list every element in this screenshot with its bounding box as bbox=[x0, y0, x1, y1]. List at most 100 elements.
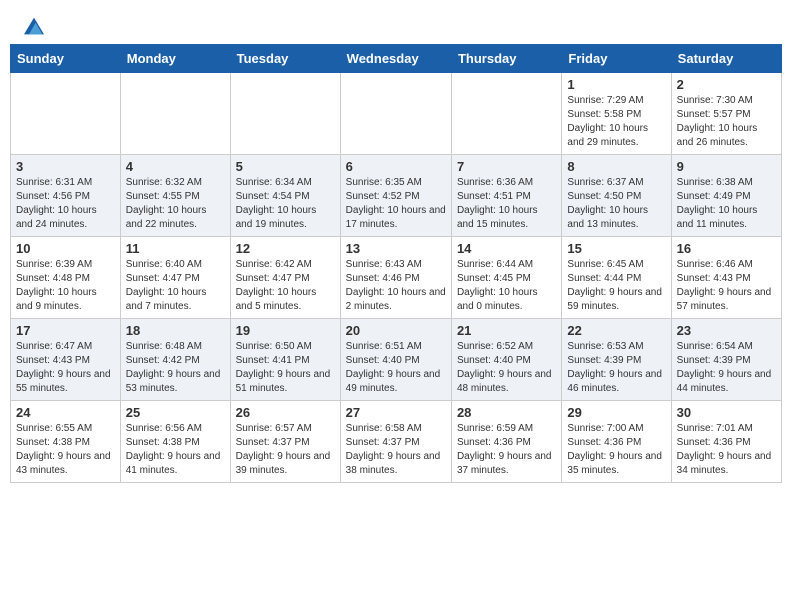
day-number: 29 bbox=[567, 405, 665, 420]
page-header bbox=[0, 0, 792, 44]
calendar-day-cell bbox=[340, 73, 451, 155]
weekday-wednesday: Wednesday bbox=[340, 45, 451, 73]
day-info: Sunrise: 6:40 AM Sunset: 4:47 PM Dayligh… bbox=[126, 258, 225, 314]
calendar-wrapper: SundayMondayTuesdayWednesdayThursdayFrid… bbox=[0, 44, 792, 493]
calendar-week-row: 1 Sunrise: 7:29 AM Sunset: 5:58 PM Daylig… bbox=[11, 73, 782, 155]
day-number: 20 bbox=[346, 323, 446, 338]
calendar-day-cell: 22 Sunrise: 6:53 AM Sunset: 4:39 PM Dayli… bbox=[562, 319, 671, 401]
day-number: 25 bbox=[126, 405, 225, 420]
day-info: Sunrise: 6:51 AM Sunset: 4:40 PM Dayligh… bbox=[346, 340, 446, 396]
day-number: 21 bbox=[457, 323, 556, 338]
day-info: Sunrise: 7:00 AM Sunset: 4:36 PM Dayligh… bbox=[567, 422, 665, 478]
day-number: 22 bbox=[567, 323, 665, 338]
day-info: Sunrise: 6:50 AM Sunset: 4:41 PM Dayligh… bbox=[236, 340, 335, 396]
day-number: 15 bbox=[567, 241, 665, 256]
weekday-sunday: Sunday bbox=[11, 45, 121, 73]
weekday-friday: Friday bbox=[562, 45, 671, 73]
day-number: 14 bbox=[457, 241, 556, 256]
weekday-monday: Monday bbox=[120, 45, 230, 73]
day-number: 4 bbox=[126, 159, 225, 174]
calendar-day-cell: 27 Sunrise: 6:58 AM Sunset: 4:37 PM Dayli… bbox=[340, 401, 451, 483]
calendar-day-cell: 3Sunrise: 6:31 AM Sunset: 4:56 PM Daylig… bbox=[11, 155, 121, 237]
calendar-day-cell: 11 Sunrise: 6:40 AM Sunset: 4:47 PM Dayli… bbox=[120, 237, 230, 319]
day-info: Sunrise: 6:57 AM Sunset: 4:37 PM Dayligh… bbox=[236, 422, 335, 478]
calendar-day-cell: 24Sunrise: 6:55 AM Sunset: 4:38 PM Dayli… bbox=[11, 401, 121, 483]
day-number: 23 bbox=[677, 323, 776, 338]
calendar-day-cell: 28Sunrise: 6:59 AM Sunset: 4:36 PM Dayli… bbox=[451, 401, 561, 483]
day-number: 18 bbox=[126, 323, 225, 338]
weekday-saturday: Saturday bbox=[671, 45, 781, 73]
day-info: Sunrise: 6:54 AM Sunset: 4:39 PM Dayligh… bbox=[677, 340, 776, 396]
day-info: Sunrise: 6:52 AM Sunset: 4:40 PM Dayligh… bbox=[457, 340, 556, 396]
calendar-day-cell: 15 Sunrise: 6:45 AM Sunset: 4:44 PM Dayli… bbox=[562, 237, 671, 319]
day-number: 9 bbox=[677, 159, 776, 174]
calendar-day-cell: 13 Sunrise: 6:43 AM Sunset: 4:46 PM Dayli… bbox=[340, 237, 451, 319]
calendar-body: 1 Sunrise: 7:29 AM Sunset: 5:58 PM Daylig… bbox=[11, 73, 782, 483]
calendar-header: SundayMondayTuesdayWednesdayThursdayFrid… bbox=[11, 45, 782, 73]
calendar-day-cell: 1 Sunrise: 7:29 AM Sunset: 5:58 PM Daylig… bbox=[562, 73, 671, 155]
day-number: 7 bbox=[457, 159, 556, 174]
logo-icon bbox=[24, 16, 44, 36]
day-info: Sunrise: 6:53 AM Sunset: 4:39 PM Dayligh… bbox=[567, 340, 665, 396]
calendar-day-cell: 5 Sunrise: 6:34 AM Sunset: 4:54 PM Daylig… bbox=[230, 155, 340, 237]
day-number: 8 bbox=[567, 159, 665, 174]
day-number: 12 bbox=[236, 241, 335, 256]
calendar-day-cell: 2Sunrise: 7:30 AM Sunset: 5:57 PM Daylig… bbox=[671, 73, 781, 155]
day-info: Sunrise: 6:58 AM Sunset: 4:37 PM Dayligh… bbox=[346, 422, 446, 478]
calendar-day-cell bbox=[451, 73, 561, 155]
day-info: Sunrise: 7:29 AM Sunset: 5:58 PM Dayligh… bbox=[567, 94, 665, 150]
calendar-day-cell: 26 Sunrise: 6:57 AM Sunset: 4:37 PM Dayli… bbox=[230, 401, 340, 483]
calendar-day-cell: 23 Sunrise: 6:54 AM Sunset: 4:39 PM Dayli… bbox=[671, 319, 781, 401]
calendar-day-cell: 7 Sunrise: 6:36 AM Sunset: 4:51 PM Daylig… bbox=[451, 155, 561, 237]
calendar-day-cell: 16 Sunrise: 6:46 AM Sunset: 4:43 PM Dayli… bbox=[671, 237, 781, 319]
day-number: 5 bbox=[236, 159, 335, 174]
calendar-day-cell: 14Sunrise: 6:44 AM Sunset: 4:45 PM Dayli… bbox=[451, 237, 561, 319]
weekday-thursday: Thursday bbox=[451, 45, 561, 73]
calendar-week-row: 17 Sunrise: 6:47 AM Sunset: 4:43 PM Dayli… bbox=[11, 319, 782, 401]
day-number: 10 bbox=[16, 241, 115, 256]
day-number: 1 bbox=[567, 77, 665, 92]
weekday-tuesday: Tuesday bbox=[230, 45, 340, 73]
weekday-header-row: SundayMondayTuesdayWednesdayThursdayFrid… bbox=[11, 45, 782, 73]
day-info: Sunrise: 7:30 AM Sunset: 5:57 PM Dayligh… bbox=[677, 94, 776, 150]
day-number: 13 bbox=[346, 241, 446, 256]
day-number: 16 bbox=[677, 241, 776, 256]
calendar-day-cell: 21 Sunrise: 6:52 AM Sunset: 4:40 PM Dayli… bbox=[451, 319, 561, 401]
calendar-day-cell: 20 Sunrise: 6:51 AM Sunset: 4:40 PM Dayli… bbox=[340, 319, 451, 401]
day-number: 30 bbox=[677, 405, 776, 420]
day-info: Sunrise: 6:34 AM Sunset: 4:54 PM Dayligh… bbox=[236, 176, 335, 232]
day-info: Sunrise: 6:37 AM Sunset: 4:50 PM Dayligh… bbox=[567, 176, 665, 232]
day-info: Sunrise: 6:42 AM Sunset: 4:47 PM Dayligh… bbox=[236, 258, 335, 314]
day-info: Sunrise: 7:01 AM Sunset: 4:36 PM Dayligh… bbox=[677, 422, 776, 478]
day-info: Sunrise: 6:45 AM Sunset: 4:44 PM Dayligh… bbox=[567, 258, 665, 314]
calendar-day-cell: 6 Sunrise: 6:35 AM Sunset: 4:52 PM Daylig… bbox=[340, 155, 451, 237]
day-number: 27 bbox=[346, 405, 446, 420]
day-number: 6 bbox=[346, 159, 446, 174]
day-number: 17 bbox=[16, 323, 115, 338]
day-number: 24 bbox=[16, 405, 115, 420]
calendar-day-cell: 12 Sunrise: 6:42 AM Sunset: 4:47 PM Dayli… bbox=[230, 237, 340, 319]
day-info: Sunrise: 6:48 AM Sunset: 4:42 PM Dayligh… bbox=[126, 340, 225, 396]
day-info: Sunrise: 6:36 AM Sunset: 4:51 PM Dayligh… bbox=[457, 176, 556, 232]
day-info: Sunrise: 6:31 AM Sunset: 4:56 PM Dayligh… bbox=[16, 176, 115, 232]
day-number: 19 bbox=[236, 323, 335, 338]
calendar-day-cell: 30 Sunrise: 7:01 AM Sunset: 4:36 PM Dayli… bbox=[671, 401, 781, 483]
calendar-day-cell bbox=[11, 73, 121, 155]
calendar-table: SundayMondayTuesdayWednesdayThursdayFrid… bbox=[10, 44, 782, 483]
calendar-day-cell: 18 Sunrise: 6:48 AM Sunset: 4:42 PM Dayli… bbox=[120, 319, 230, 401]
calendar-day-cell: 19 Sunrise: 6:50 AM Sunset: 4:41 PM Dayli… bbox=[230, 319, 340, 401]
calendar-day-cell bbox=[120, 73, 230, 155]
day-info: Sunrise: 6:43 AM Sunset: 4:46 PM Dayligh… bbox=[346, 258, 446, 314]
day-info: Sunrise: 6:39 AM Sunset: 4:48 PM Dayligh… bbox=[16, 258, 115, 314]
calendar-day-cell: 17 Sunrise: 6:47 AM Sunset: 4:43 PM Dayli… bbox=[11, 319, 121, 401]
day-info: Sunrise: 6:35 AM Sunset: 4:52 PM Dayligh… bbox=[346, 176, 446, 232]
calendar-day-cell bbox=[230, 73, 340, 155]
day-number: 26 bbox=[236, 405, 335, 420]
day-number: 11 bbox=[126, 241, 225, 256]
calendar-week-row: 24Sunrise: 6:55 AM Sunset: 4:38 PM Dayli… bbox=[11, 401, 782, 483]
day-info: Sunrise: 6:46 AM Sunset: 4:43 PM Dayligh… bbox=[677, 258, 776, 314]
day-info: Sunrise: 6:56 AM Sunset: 4:38 PM Dayligh… bbox=[126, 422, 225, 478]
calendar-day-cell: 8 Sunrise: 6:37 AM Sunset: 4:50 PM Daylig… bbox=[562, 155, 671, 237]
calendar-day-cell: 10 Sunrise: 6:39 AM Sunset: 4:48 PM Dayli… bbox=[11, 237, 121, 319]
day-info: Sunrise: 6:47 AM Sunset: 4:43 PM Dayligh… bbox=[16, 340, 115, 396]
